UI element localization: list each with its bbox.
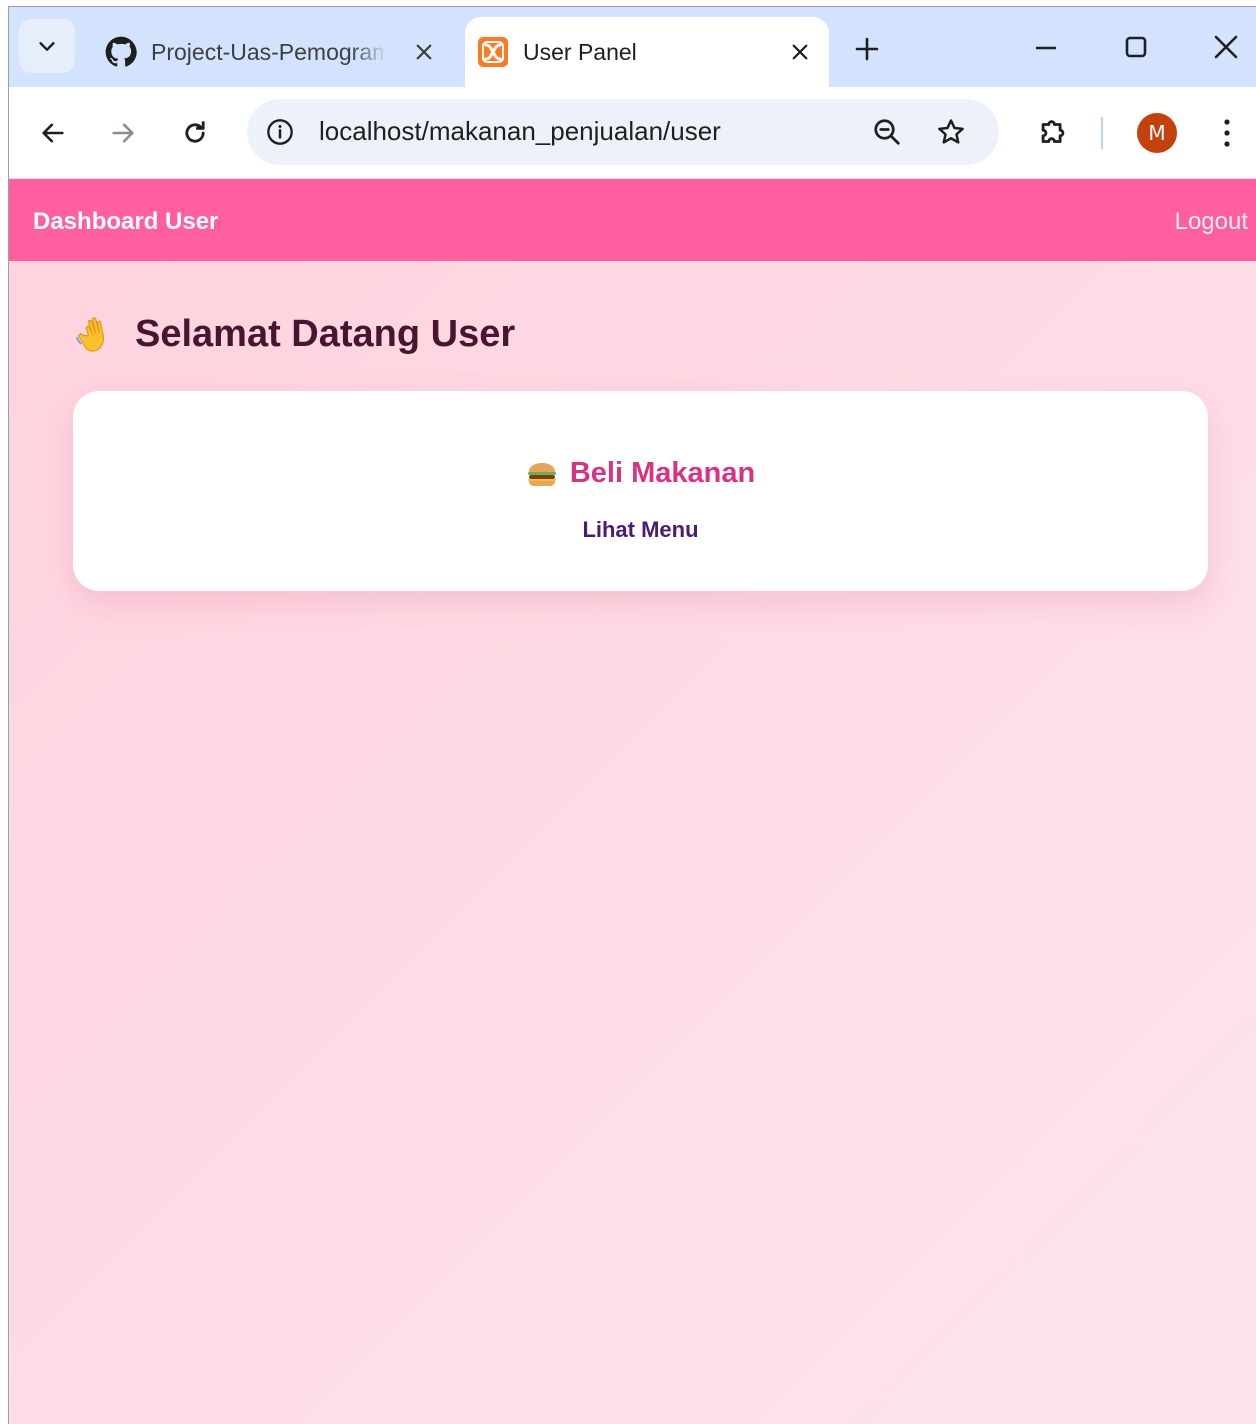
plus-icon [855,37,879,61]
reload-button[interactable] [171,109,219,157]
card-title-row: Beli Makanan [73,457,1208,490]
menu-button[interactable] [1203,109,1251,157]
tab-search-button[interactable] [19,19,75,73]
github-icon [105,36,137,68]
toolbar-separator [1101,117,1103,149]
reload-icon [185,121,205,143]
minimize-button[interactable] [1021,25,1071,69]
site-info-icon[interactable] [261,113,299,151]
bookmark-button[interactable] [931,112,971,152]
page-content: Dashboard User Logout Selamat Datang Use… [9,179,1256,1424]
page-title: Selamat Datang User [135,312,516,355]
forward-button[interactable] [99,109,147,157]
address-bar[interactable]: localhost/makanan_penjualan/user [247,99,999,165]
tab-user-panel[interactable]: User Panel [465,17,829,87]
profile-avatar[interactable]: M [1137,113,1177,153]
tab-title: Project-Uas-Pemograman [151,38,387,65]
zoom-button[interactable] [867,112,907,152]
back-button[interactable] [29,109,77,157]
kebab-menu-icon [1224,119,1230,147]
chevron-down-icon [39,42,55,51]
url-text[interactable]: localhost/makanan_penjualan/user [319,116,721,147]
tab-title: User Panel [523,38,637,65]
tab-project-uas[interactable]: Project-Uas-Pemograman [93,17,453,87]
card-link-row: Lihat Menu [73,517,1208,543]
puzzle-icon [1041,120,1065,143]
welcome-heading: Selamat Datang User [75,311,515,357]
close-tab-icon[interactable] [787,39,813,65]
menu-card: Beli Makanan Lihat Menu [73,391,1208,591]
arrow-left-icon [42,123,64,143]
maximize-icon [1125,36,1147,58]
browser-toolbar: localhost/makanan_penjualan/user M [9,87,1256,179]
browser-window: Project-Uas-Pemograman User Panel [8,6,1256,1424]
minimize-icon [1036,46,1056,50]
navbar-brand[interactable]: Dashboard User [33,208,218,236]
new-tab-button[interactable] [845,27,889,71]
navbar: Dashboard User Logout [9,179,1256,261]
logout-link[interactable]: Logout [1175,208,1248,236]
burger-icon [527,462,556,486]
lihat-menu-link[interactable]: Lihat Menu [582,517,698,542]
extensions-button[interactable] [1029,109,1077,157]
maximize-button[interactable] [1111,25,1161,69]
close-tab-icon[interactable] [411,39,437,65]
xampp-icon [477,36,509,68]
zoom-out-icon [874,119,900,145]
waving-hand-icon [75,317,104,352]
arrow-right-icon [112,123,134,143]
card-title: Beli Makanan [569,457,756,489]
star-icon [938,119,964,144]
tab-strip: Project-Uas-Pemograman User Panel [9,7,1256,87]
close-icon [1214,35,1238,59]
close-window-button[interactable] [1201,25,1251,69]
